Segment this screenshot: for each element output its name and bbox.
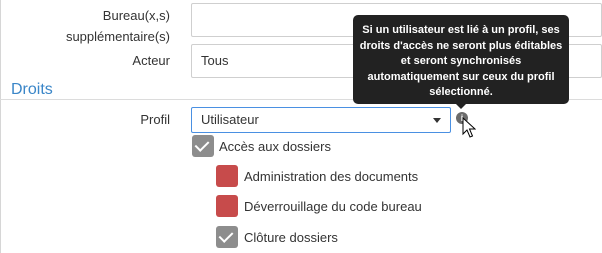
checkmark-icon <box>218 228 234 243</box>
checkmark-icon <box>194 137 210 152</box>
checkbox-cloture-dossiers[interactable] <box>216 226 238 248</box>
checkbox-label-cloture-dossiers: Clôture dossiers <box>244 230 338 245</box>
acteur-label: Acteur <box>132 53 170 68</box>
left-border <box>0 0 1 253</box>
checkbox-label-deverrouillage-code: Déverrouillage du code bureau <box>244 199 422 214</box>
profil-select-value: Utilisateur <box>201 112 259 127</box>
mouse-cursor-icon <box>462 117 476 138</box>
checkbox-label-administration-documents: Administration des documents <box>244 169 419 184</box>
section-title-droits: Droits <box>11 81 53 98</box>
tooltip-arrow <box>456 104 466 109</box>
checkbox-acces-dossiers[interactable] <box>192 135 214 157</box>
tooltip: Si un utilisateur est lié à un profil, s… <box>353 15 569 104</box>
profil-label: Profil <box>140 112 170 127</box>
chevron-down-icon <box>433 118 441 123</box>
checkbox-label-acces-dossiers: Accès aux dossiers <box>219 139 331 154</box>
checkbox-deverrouillage-code[interactable] <box>216 195 238 217</box>
bureau-label: Bureau(x,s) supplémentaire(s) <box>65 8 170 44</box>
checkbox-administration-documents[interactable] <box>216 165 238 187</box>
profil-select[interactable]: Utilisateur <box>191 107 451 133</box>
